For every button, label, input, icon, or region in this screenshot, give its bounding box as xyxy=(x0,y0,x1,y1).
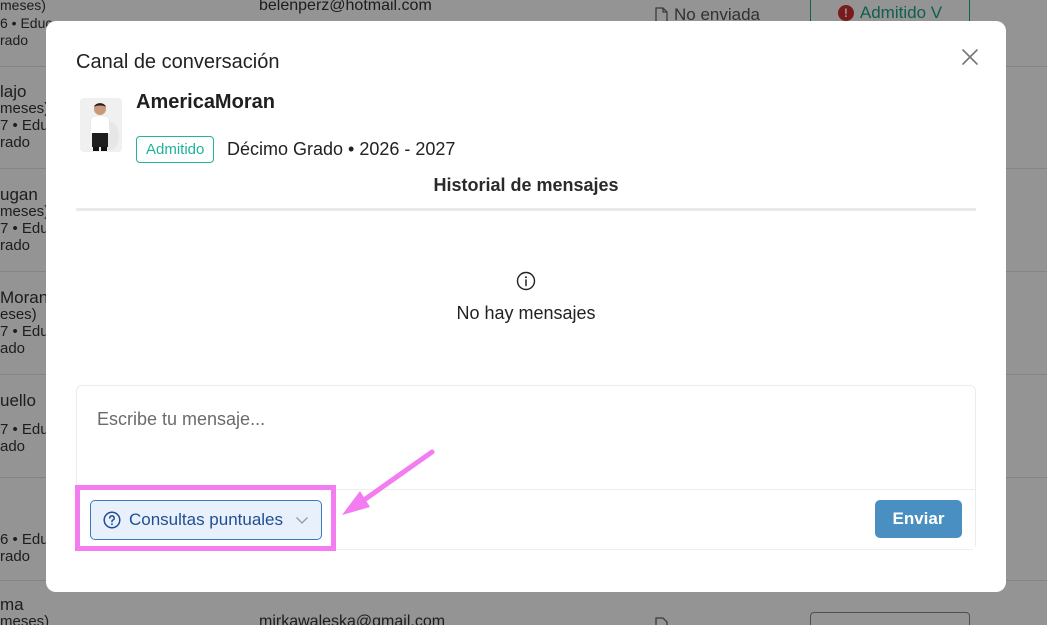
student-photo xyxy=(80,98,122,152)
annotation-highlight-box xyxy=(75,485,336,551)
message-input[interactable] xyxy=(77,386,975,490)
avatar xyxy=(80,98,122,152)
empty-state-text: No hay mensajes xyxy=(456,303,596,323)
student-grade: Décimo Grado • 2026 - 2027 xyxy=(227,139,456,159)
close-button[interactable] xyxy=(960,47,980,67)
send-button[interactable]: Enviar xyxy=(875,500,962,538)
annotation-arrow-icon xyxy=(342,449,435,515)
status-badge: Admitido xyxy=(136,136,215,163)
info-icon xyxy=(516,271,536,291)
student-name: AmericaMoran xyxy=(136,91,275,113)
close-icon xyxy=(962,49,978,65)
history-title: Historial de mensajes xyxy=(433,175,619,195)
modal-title: Canal de conversación xyxy=(76,51,280,73)
divider xyxy=(76,208,976,211)
